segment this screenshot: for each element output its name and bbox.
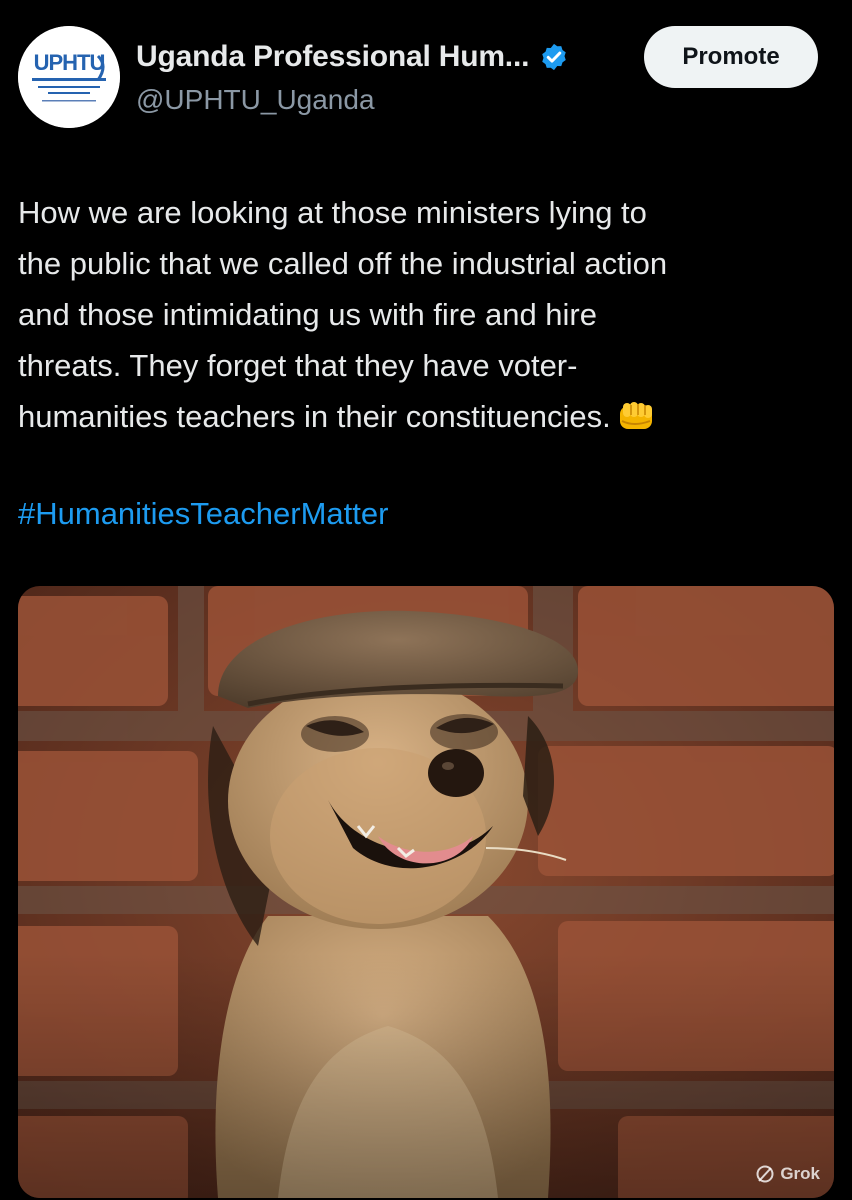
tweet-line: threats. They forget that they have vote… — [18, 348, 578, 383]
hashtag-link[interactable]: #HumanitiesTeacherMatter — [18, 491, 388, 537]
name-row: Uganda Professional Hum... — [136, 40, 569, 74]
tweet-line-last: humanities teachers in their constituenc… — [18, 391, 838, 442]
meerkat-photo — [18, 586, 834, 1198]
tweet-text: How we are looking at those ministers ly… — [18, 187, 838, 442]
account-handle[interactable]: @UPHTU_Uganda — [136, 84, 375, 116]
grok-icon — [756, 1165, 774, 1183]
uphtu-logo-icon: UPHTU — [18, 26, 120, 128]
oncoming-fist-icon — [619, 402, 652, 429]
grok-watermark: Grok — [755, 1164, 820, 1184]
display-name[interactable]: Uganda Professional Hum... — [136, 40, 529, 74]
account-avatar[interactable]: UPHTU — [18, 26, 120, 128]
watermark-label: Grok — [780, 1164, 820, 1183]
verified-badge-icon — [542, 43, 566, 71]
tweet-line: the public that we called off the indust… — [18, 246, 668, 281]
svg-text:UPHTU: UPHTU — [34, 50, 105, 75]
tweet-line: humanities teachers in their constituenc… — [18, 399, 611, 434]
tweet-line: and those intimidating us with fire and … — [18, 297, 597, 332]
promote-button[interactable]: Promote — [644, 26, 818, 88]
tweet-line: How we are looking at those ministers ly… — [18, 195, 647, 230]
tweet-header: UPHTU Uganda Professional Hum... @UPHTU_… — [0, 0, 852, 150]
tweet-media-image[interactable]: Grok — [18, 586, 834, 1198]
